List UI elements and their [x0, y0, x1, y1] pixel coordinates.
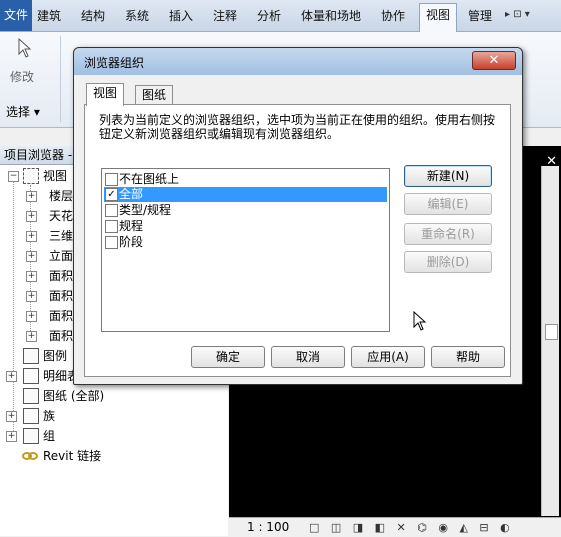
- scrollbar-thumb[interactable]: [545, 324, 558, 340]
- delete-button[interactable]: 删除(D): [404, 251, 492, 273]
- expand-icon[interactable]: +: [6, 431, 17, 442]
- help-button[interactable]: 帮助: [431, 346, 505, 368]
- checkbox[interactable]: [105, 236, 118, 249]
- checkbox[interactable]: [105, 220, 118, 233]
- expand-icon[interactable]: +: [26, 271, 37, 282]
- tab-analyze[interactable]: 分析: [257, 7, 281, 24]
- vertical-scrollbar[interactable]: [541, 166, 559, 516]
- collapse-icon[interactable]: −: [8, 171, 19, 182]
- list-item-not-on-sheets[interactable]: 不在图纸上: [104, 172, 387, 187]
- view-control-icons[interactable]: □ ◫ ◨ ◧ ✕ ⌬ ◉ ◭ ⊟ ◐: [309, 521, 514, 534]
- tree-node-groups[interactable]: + 组: [0, 427, 228, 445]
- expand-icon[interactable]: +: [26, 191, 37, 202]
- apply-button[interactable]: 应用(A): [351, 346, 425, 368]
- expand-icon[interactable]: +: [26, 311, 37, 322]
- tab-massing-site[interactable]: 体量和场地: [301, 7, 361, 24]
- cursor-arrow-icon: [18, 38, 32, 58]
- checkbox-checked[interactable]: ✓: [105, 188, 118, 201]
- tree-node-revit-links[interactable]: Revit 链接: [0, 447, 228, 465]
- expand-icon[interactable]: +: [6, 371, 17, 382]
- browser-organization-dialog: 浏览器组织 ✕ 视图 图纸 列表为当前定义的浏览器组织，选中项为当前正在使用的组…: [73, 47, 523, 385]
- expand-icon[interactable]: +: [26, 331, 37, 342]
- tab-collaborate[interactable]: 协作: [381, 7, 405, 24]
- tab-manage[interactable]: 管理: [468, 7, 492, 24]
- view-scale[interactable]: 1 : 100: [247, 520, 289, 534]
- ok-button[interactable]: 确定: [191, 346, 265, 368]
- tab-structure[interactable]: 结构: [81, 7, 105, 24]
- expand-icon[interactable]: +: [26, 211, 37, 222]
- tab-sheets[interactable]: 图纸: [135, 85, 174, 105]
- tab-views[interactable]: 视图: [86, 83, 125, 106]
- tab-file[interactable]: 文件: [0, 0, 33, 31]
- expand-icon[interactable]: +: [26, 251, 37, 262]
- ribbon-overflow-controls[interactable]: ▸ ⊡ ▾: [505, 9, 530, 20]
- checkbox[interactable]: [105, 173, 118, 186]
- tab-view[interactable]: 视图: [419, 3, 458, 32]
- project-browser-header: 项目浏览器 -: [0, 146, 76, 165]
- view-control-bar: 1 : 100 □ ◫ ◨ ◧ ✕ ⌬ ◉ ◭ ⊟ ◐: [229, 517, 561, 537]
- list-item-discipline[interactable]: 规程: [104, 219, 387, 234]
- list-item-type-discipline[interactable]: 类型/规程: [104, 203, 387, 218]
- tree-node-sheets[interactable]: 图纸 (全部): [0, 387, 228, 405]
- mouse-cursor-icon: [413, 311, 427, 331]
- tab-annotate[interactable]: 注释: [213, 7, 237, 24]
- edit-button[interactable]: 编辑(E): [404, 193, 492, 215]
- expand-icon[interactable]: +: [26, 291, 37, 302]
- expand-icon[interactable]: +: [26, 231, 37, 242]
- tab-insert[interactable]: 插入: [169, 7, 193, 24]
- dialog-title: 浏览器组织: [84, 56, 145, 70]
- modify-button[interactable]: 修改: [10, 68, 34, 85]
- organization-list[interactable]: 不在图纸上 ✓ 全部 类型/规程 规程 阶段: [101, 168, 390, 332]
- dialog-close-button[interactable]: ✕: [472, 51, 516, 70]
- group-icon: [23, 428, 39, 444]
- views-icon: [23, 168, 39, 184]
- family-icon: [23, 408, 39, 424]
- legend-icon: [23, 348, 39, 364]
- tree-node-families[interactable]: + 族: [0, 407, 228, 425]
- rename-button[interactable]: 重命名(R): [404, 223, 492, 245]
- list-item-all[interactable]: ✓ 全部: [104, 187, 387, 202]
- checkbox[interactable]: [105, 204, 118, 217]
- tab-architecture[interactable]: 建筑: [37, 7, 61, 24]
- new-button[interactable]: 新建(N): [404, 165, 492, 187]
- sheet-icon: [23, 388, 39, 404]
- dialog-title-bar[interactable]: 浏览器组织 ✕: [74, 48, 522, 75]
- cancel-button[interactable]: 取消: [271, 346, 345, 368]
- schedule-icon: [23, 368, 39, 384]
- link-chain-icon: [22, 452, 38, 460]
- select-dropdown[interactable]: 选择 ▾: [6, 103, 40, 120]
- expand-icon[interactable]: +: [6, 411, 17, 422]
- tab-pane: 列表为当前定义的浏览器组织，选中项为当前正在使用的组织。使用右侧按钮定义新浏览器…: [84, 104, 511, 377]
- ribbon-tab-bar: 文件 建筑 结构 系统 插入 注释 分析 体量和场地 协作 视图 管理 ▸ ⊡ …: [0, 0, 561, 32]
- ribbon-separator: [60, 36, 61, 122]
- list-item-phase[interactable]: 阶段: [104, 235, 387, 250]
- tab-systems[interactable]: 系统: [125, 7, 149, 24]
- dialog-description: 列表为当前定义的浏览器组织，选中项为当前正在使用的组织。使用右侧按钮定义新浏览器…: [99, 113, 496, 141]
